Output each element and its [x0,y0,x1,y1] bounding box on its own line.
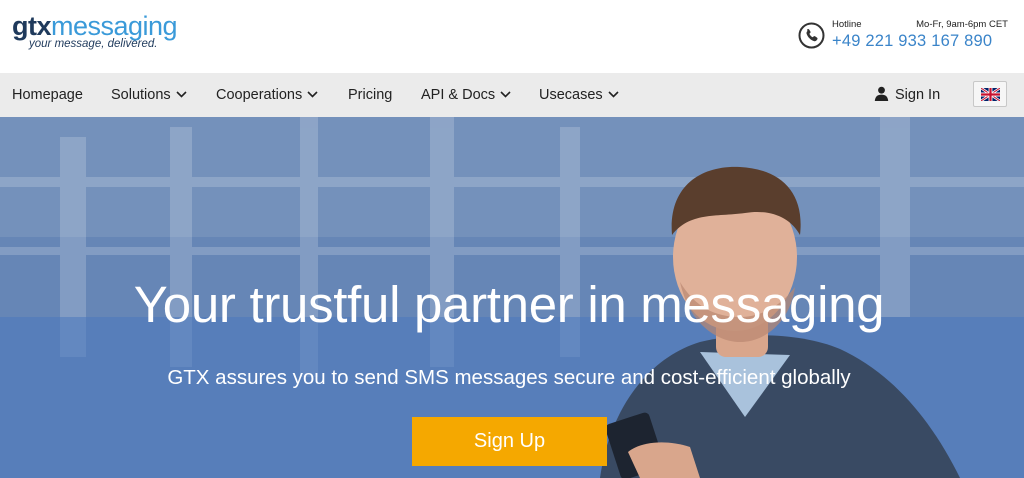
logo-gtx: gtx [12,11,52,41]
gtx-messaging-logo[interactable]: gtxmessaging your message, delivered. [12,11,178,51]
nav-item-api-docs[interactable]: API & Docs [421,73,511,117]
nav-item-label: Pricing [348,87,393,103]
nav-item-label: Cooperations [216,87,303,103]
hero-title: Your trustful partner in messaging [133,276,885,333]
hero-banner: Your trustful partner in messaging GTX a… [0,117,1024,478]
nav-item-pricing[interactable]: Pricing [348,73,392,117]
nav-item-usecases[interactable]: Usecases [539,73,619,117]
logo-wordmark: gtxmessaging [12,11,178,41]
nav-item-label: API & Docs [421,87,496,103]
nav-item-solutions[interactable]: Solutions [111,73,187,117]
nav-item-homepage[interactable]: Homepage [12,73,83,117]
chevron-down-icon [176,91,187,98]
uk-flag-icon [981,88,1000,101]
main-nav: Homepage Solutions Cooperations Pricing … [0,73,1024,117]
phone-icon [798,22,825,49]
nav-item-cooperations[interactable]: Cooperations [216,73,318,117]
sign-in-link[interactable]: Sign In [874,73,940,117]
nav-item-label: Homepage [12,87,83,103]
user-icon [874,86,889,101]
hotline-hours: Mo-Fr, 9am-6pm CET [916,19,1008,30]
logo-tagline: your message, delivered. [29,38,158,50]
nav-item-label: Usecases [539,87,603,103]
logo-messaging: messaging [51,11,178,41]
hero-subtitle: GTX assures you to send SMS messages sec… [167,366,851,389]
language-selector-button[interactable] [973,81,1007,107]
top-header: gtxmessaging your message, delivered. Ho… [0,0,1024,73]
chevron-down-icon [307,91,318,98]
hotline-block: Hotline Mo-Fr, 9am-6pm CET +49 221 933 1… [798,17,1010,53]
sign-in-label: Sign In [895,87,941,103]
chevron-down-icon [500,91,511,98]
hotline-number-link[interactable]: +49 221 933 167 890 [832,32,992,51]
nav-item-label: Solutions [111,87,171,103]
chevron-down-icon [608,91,619,98]
sign-up-button[interactable]: Sign Up [412,417,607,466]
hotline-label: Hotline [832,19,862,30]
